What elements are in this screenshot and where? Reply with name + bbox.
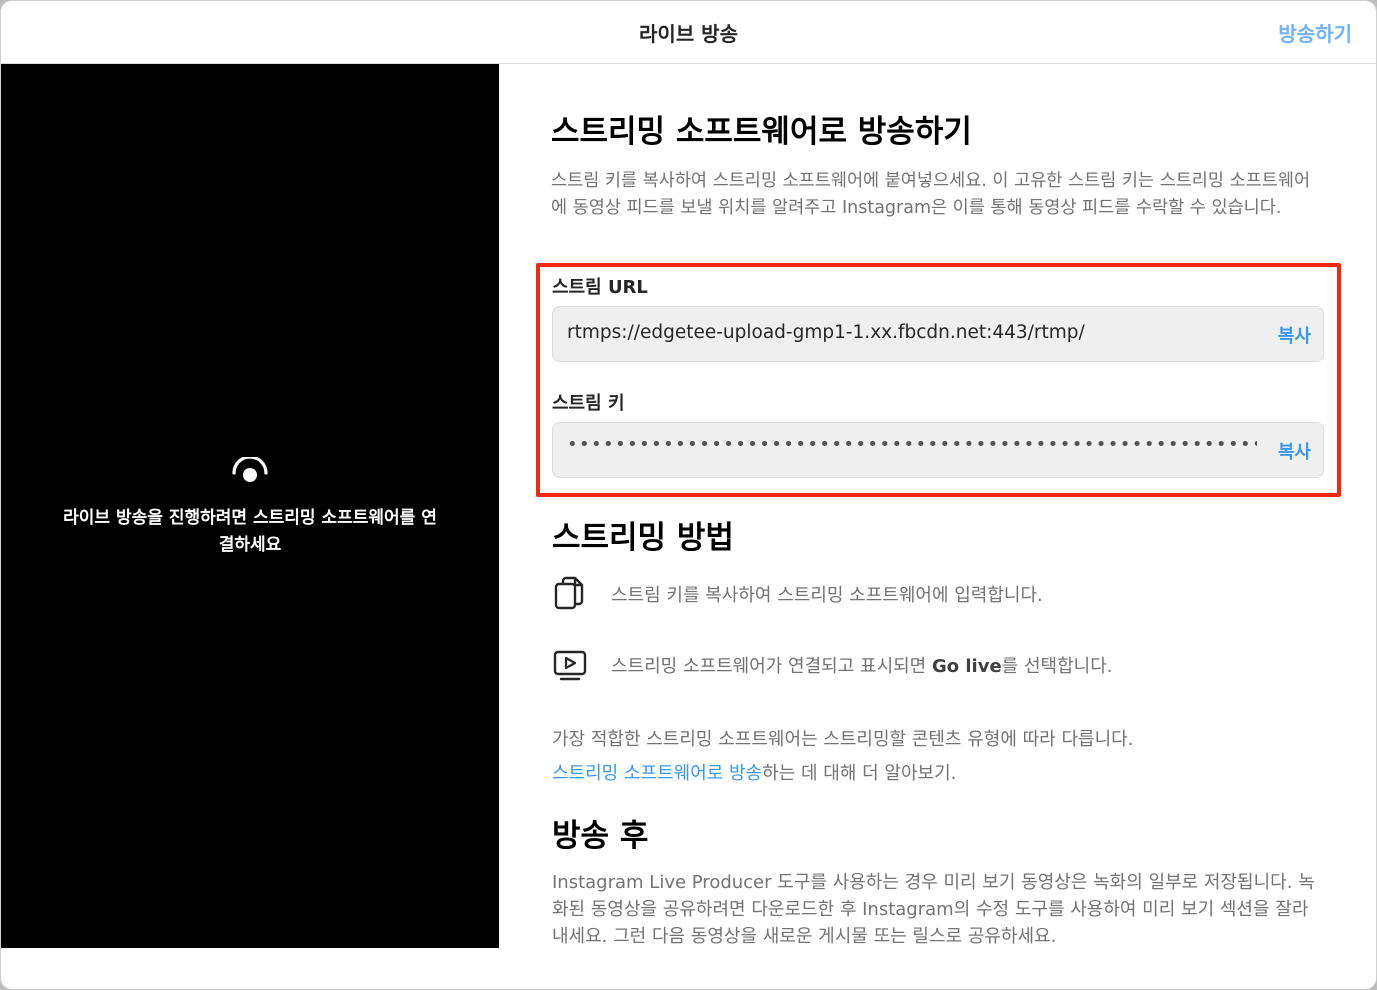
stream-description: 스트림 키를 복사하여 스트리밍 소프트웨어에 붙여넣으세요. 이 고유한 스트… — [551, 171, 1311, 218]
section-heading-after: 방송 후 — [552, 818, 649, 854]
header-bar: 라이브 방송 방송하기 — [1, 1, 1376, 64]
software-note: 가장 적합한 스트리밍 소프트웨어는 스트리밍할 콘텐츠 유형에 따라 다릅니다… — [552, 729, 1134, 750]
preview-message: 라이브 방송을 진행하려면 스트리밍 소프트웨어를 연결하세요 — [63, 508, 437, 555]
copy-key-button[interactable]: 복사 — [1278, 438, 1311, 464]
bottom-strip — [1, 948, 1376, 989]
go-live-term: Go live — [931, 656, 1002, 677]
step-go-live-text: 스트리밍 소프트웨어가 연결되고 표시되면 Go live를 선택합니다. — [611, 652, 1112, 678]
live-broadcast-icon — [232, 457, 268, 482]
stream-key-field[interactable]: ••••••••••••••••••••••••••••••••••••••••… — [552, 422, 1324, 478]
step-go-live-before: 스트리밍 소프트웨어가 연결되고 표시되면 — [611, 656, 932, 677]
play-screen-icon — [553, 650, 587, 681]
learn-more-suffix: 하는 데 대해 더 알아보기. — [762, 763, 957, 784]
section-heading-how-to: 스트리밍 방법 — [552, 520, 734, 556]
step-go-live-after: 를 선택합니다. — [1001, 656, 1113, 677]
stream-url-value[interactable]: rtmps://edgetee-upload-gmp1-1.xx.fbcdn.n… — [567, 322, 1247, 343]
live-broadcast-window: 라이브 방송 방송하기 라이브 방송을 진행하려면 스트리밍 소프트웨어를 연결… — [0, 0, 1377, 990]
stream-url-field[interactable]: rtmps://edgetee-upload-gmp1-1.xx.fbcdn.n… — [552, 306, 1324, 362]
copy-icon — [554, 576, 584, 610]
step-copy-text: 스트림 키를 복사하여 스트리밍 소프트웨어에 입력합니다. — [611, 585, 1043, 606]
copy-url-button[interactable]: 복사 — [1278, 322, 1311, 348]
header-title: 라이브 방송 — [639, 22, 738, 46]
section-heading-stream: 스트리밍 소프트웨어로 방송하기 — [551, 114, 972, 150]
learn-more-line: 스트리밍 소프트웨어로 방송하는 데 대해 더 알아보기. — [552, 759, 956, 785]
stream-key-value[interactable]: ••••••••••••••••••••••••••••••••••••••••… — [567, 434, 1257, 455]
stream-url-label: 스트림 URL — [552, 277, 648, 298]
learn-more-link[interactable]: 스트리밍 소프트웨어로 방송 — [552, 763, 762, 784]
go-live-button[interactable]: 방송하기 — [1278, 18, 1352, 47]
after-broadcast-text: Instagram Live Producer 도구를 사용하는 경우 미리 보… — [552, 872, 1315, 947]
stream-key-label: 스트림 키 — [552, 393, 625, 414]
